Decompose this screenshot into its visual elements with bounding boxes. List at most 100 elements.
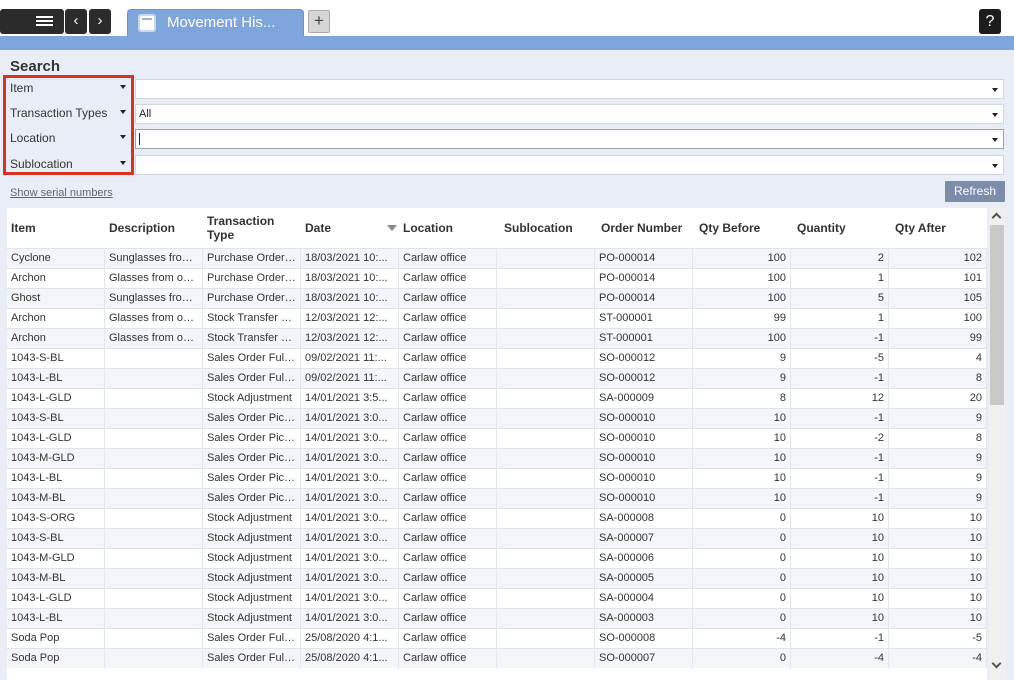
cell-description <box>105 389 203 409</box>
table-row[interactable]: 1043-L-BL Stock Adjustment 14/01/2021 3:0.… <box>7 608 987 629</box>
chevron-right-icon: › <box>97 12 103 29</box>
cell-order-number: SO-000008 <box>595 629 693 649</box>
cell-date: 14/01/2021 3:0... <box>301 469 399 489</box>
cell-location: Carlaw office <box>399 589 497 609</box>
column-header-qty-before[interactable]: Qty Before <box>693 208 791 248</box>
table-row[interactable]: Ghost Sunglasses from ... Purchase Order .… <box>7 288 987 309</box>
help-button[interactable]: ? <box>979 9 1001 34</box>
cell-date: 14/01/2021 3:0... <box>301 569 399 589</box>
add-tab-button[interactable]: + <box>308 10 330 33</box>
dropdown-arrow-icon[interactable] <box>992 88 998 92</box>
dropdown-arrow-icon[interactable] <box>992 138 998 142</box>
cell-transaction-type: Stock Transfer R... <box>203 309 301 329</box>
transaction-types-select[interactable]: All <box>135 104 1004 124</box>
scroll-up-icon[interactable] <box>993 212 1001 220</box>
cell-sublocation <box>497 529 595 549</box>
cell-item: 1043-S-ORG <box>7 509 105 529</box>
scroll-down-icon[interactable] <box>993 660 1001 668</box>
cell-item: 1043-L-GLD <box>7 429 105 449</box>
vertical-scrollbar[interactable] <box>989 208 1005 680</box>
back-button[interactable]: ‹ <box>65 9 87 34</box>
table-row[interactable]: Soda Pop Sales Order Fulfill... 25/08/2020… <box>7 648 987 669</box>
table-row[interactable]: Archon Glasses from our ... Purchase Order… <box>7 268 987 289</box>
table-row[interactable]: 1043-S-BL Stock Adjustment 14/01/2021 3:0.… <box>7 528 987 549</box>
cell-description <box>105 589 203 609</box>
cell-qty-before: 99 <box>693 309 791 329</box>
column-header-sublocation[interactable]: Sublocation <box>497 208 595 248</box>
cell-transaction-type: Stock Adjustment <box>203 389 301 409</box>
cell-qty-before: 0 <box>693 589 791 609</box>
table-row[interactable]: 1043-M-GLD Sales Order Picki... 14/01/2021… <box>7 448 987 469</box>
cell-description <box>105 409 203 429</box>
cell-order-number: SA-000009 <box>595 389 693 409</box>
table-row[interactable]: Cyclone Sunglasses from ... Purchase Order… <box>7 248 987 269</box>
column-header-qty-after[interactable]: Qty After <box>889 208 987 248</box>
cell-quantity: -1 <box>791 369 889 389</box>
cell-transaction-type: Sales Order Picki... <box>203 449 301 469</box>
cell-sublocation <box>497 349 595 369</box>
column-header-description[interactable]: Description <box>105 208 203 248</box>
cell-location: Carlaw office <box>399 329 497 349</box>
cell-quantity: 1 <box>791 269 889 289</box>
refresh-button[interactable]: Refresh <box>945 181 1005 202</box>
cell-location: Carlaw office <box>399 289 497 309</box>
table-row[interactable]: 1043-L-GLD Sales Order Picki... 14/01/2021… <box>7 428 987 449</box>
cell-item: 1043-L-BL <box>7 469 105 489</box>
table-row[interactable]: 1043-L-GLD Stock Adjustment 14/01/2021 3:0… <box>7 588 987 609</box>
cell-quantity: 10 <box>791 609 889 629</box>
column-header-transaction-type[interactable]: Transaction Type <box>203 208 301 248</box>
cell-sublocation <box>497 489 595 509</box>
column-header-date[interactable]: Date <box>301 208 399 248</box>
cell-quantity: -1 <box>791 329 889 349</box>
cell-order-number: ST-000001 <box>595 329 693 349</box>
cell-item: 1043-M-GLD <box>7 549 105 569</box>
dropdown-arrow-icon[interactable] <box>992 113 998 117</box>
cell-order-number: SO-000010 <box>595 489 693 509</box>
cell-qty-after: 10 <box>889 509 987 529</box>
cell-qty-before: 100 <box>693 269 791 289</box>
table-row[interactable]: 1043-S-BL Sales Order Picki... 14/01/2021 … <box>7 408 987 429</box>
column-header-item[interactable]: Item <box>7 208 105 248</box>
cell-order-number: SO-000010 <box>595 429 693 449</box>
table-row[interactable]: 1043-L-BL Sales Order Fulfill... 09/02/202… <box>7 368 987 389</box>
column-header-order-number[interactable]: Order Number <box>595 208 693 248</box>
table-row[interactable]: 1043-M-BL Stock Adjustment 14/01/2021 3:0.… <box>7 568 987 589</box>
menu-button[interactable] <box>0 9 64 34</box>
show-serial-numbers-link[interactable]: Show serial numbers <box>10 187 113 199</box>
table-row[interactable]: 1043-L-GLD Stock Adjustment 14/01/2021 3:5… <box>7 388 987 409</box>
dropdown-arrow-icon[interactable] <box>992 164 998 168</box>
item-filter-input[interactable] <box>135 79 1004 99</box>
sort-descending-icon[interactable] <box>387 225 397 231</box>
tab-movement-history[interactable]: Movement His... <box>127 9 304 37</box>
cell-item: 1043-L-GLD <box>7 389 105 409</box>
table-row[interactable]: 1043-M-GLD Stock Adjustment 14/01/2021 3:0… <box>7 548 987 569</box>
scroll-thumb[interactable] <box>990 225 1004 405</box>
cell-transaction-type: Stock Adjustment <box>203 609 301 629</box>
cell-order-number: PO-000014 <box>595 289 693 309</box>
column-header-quantity[interactable]: Quantity <box>791 208 889 248</box>
cell-description <box>105 549 203 569</box>
location-filter-input[interactable] <box>135 129 1004 149</box>
table-row[interactable]: Soda Pop Sales Order Fulfill... 25/08/2020… <box>7 628 987 649</box>
sublocation-filter-input[interactable] <box>135 155 1004 175</box>
cell-sublocation <box>497 369 595 389</box>
cell-qty-after: 9 <box>889 489 987 509</box>
cell-order-number: SO-000010 <box>595 469 693 489</box>
table-row[interactable]: 1043-S-ORG Stock Adjustment 14/01/2021 3:0… <box>7 508 987 529</box>
cell-quantity: 10 <box>791 589 889 609</box>
forward-button[interactable]: › <box>89 9 111 34</box>
cell-order-number: SO-000010 <box>595 409 693 429</box>
table-row[interactable]: 1043-M-BL Sales Order Picki... 14/01/2021 … <box>7 488 987 509</box>
cell-quantity: 12 <box>791 389 889 409</box>
tab-label: Movement His... <box>167 14 276 31</box>
cell-qty-before: 100 <box>693 249 791 269</box>
cell-qty-before: 10 <box>693 409 791 429</box>
cell-quantity: -1 <box>791 489 889 509</box>
table-row[interactable]: 1043-S-BL Sales Order Fulfill... 09/02/202… <box>7 348 987 369</box>
table-row[interactable]: Archon Glasses from our ... Stock Transfer… <box>7 308 987 329</box>
table-row[interactable]: 1043-L-BL Sales Order Picki... 14/01/2021 … <box>7 468 987 489</box>
table-row[interactable]: Archon Glasses from our ... Stock Transfer… <box>7 328 987 349</box>
column-header-location[interactable]: Location <box>399 208 497 248</box>
cell-qty-before: 9 <box>693 349 791 369</box>
cell-location: Carlaw office <box>399 309 497 329</box>
